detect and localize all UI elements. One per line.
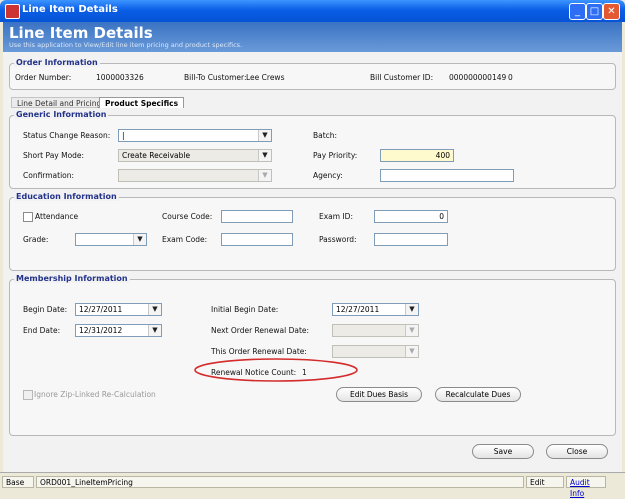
close-icon[interactable]: ✕ [603, 3, 620, 20]
pay-priority-label: Pay Priority: [313, 151, 358, 160]
begin-date-picker[interactable]: 12/27/2011 ▼ [75, 303, 162, 316]
course-code-label: Course Code: [162, 212, 213, 221]
dropdown-arrow-icon: ▼ [258, 170, 271, 181]
bill-id-suffix: 0 [508, 73, 513, 82]
window-title-bar[interactable]: Line Item Details _ □ ✕ [0, 0, 625, 22]
short-pay-mode-value: Create Receivable [122, 151, 191, 160]
audit-info-link[interactable]: Audit Info [566, 476, 606, 498]
app-icon [5, 4, 20, 19]
confirmation-select: ▼ [118, 169, 272, 182]
this-renewal-label: This Order Renewal Date: [211, 347, 307, 356]
page-subtitle: Use this application to View/Edit line i… [9, 41, 243, 49]
edit-dues-basis-button[interactable]: Edit Dues Basis [336, 387, 422, 402]
short-pay-mode-select[interactable]: Create Receivable ▼ [118, 149, 272, 162]
course-code-value [222, 211, 292, 213]
attendance-checkbox[interactable] [23, 212, 33, 222]
education-info-legend: Education Information [14, 192, 119, 201]
exam-id-field[interactable]: 0 [374, 210, 448, 223]
membership-info-legend: Membership Information [14, 274, 130, 283]
bill-to-value: Lee Crews [246, 73, 285, 82]
dropdown-arrow-icon[interactable]: ▼ [148, 304, 161, 315]
dropdown-arrow-icon[interactable]: ▼ [133, 234, 146, 245]
dropdown-arrow-icon[interactable]: ▼ [258, 150, 271, 161]
page-title: Line Item Details [9, 24, 153, 42]
pay-priority-field[interactable]: 400 [380, 149, 454, 162]
content-panel: Order Information Order Number: 10000033… [3, 52, 622, 472]
annotation-ellipse [194, 358, 358, 382]
save-button[interactable]: Save [472, 444, 534, 459]
order-number-label: Order Number: [15, 73, 72, 82]
exam-code-field[interactable] [221, 233, 293, 246]
exam-code-value [222, 234, 292, 236]
ignore-zip-checkbox [23, 390, 33, 400]
agency-label: Agency: [313, 171, 343, 180]
order-info-group: Order Information Order Number: 10000033… [9, 58, 616, 90]
initial-begin-picker[interactable]: 12/27/2011 ▼ [332, 303, 419, 316]
bill-to-label: Bill-To Customer: [184, 73, 247, 82]
grade-select[interactable]: ▼ [75, 233, 147, 246]
close-button[interactable]: Close [546, 444, 608, 459]
order-info-legend: Order Information [14, 58, 100, 67]
bill-id-value: 000000000149 [449, 73, 507, 82]
password-field[interactable] [374, 233, 448, 246]
bill-id-label: Bill Customer ID: [370, 73, 434, 82]
order-number-value: 1000003326 [96, 73, 144, 82]
end-date-picker[interactable]: 12/31/2012 ▼ [75, 324, 162, 337]
exam-id-label: Exam ID: [319, 212, 353, 221]
batch-label: Batch: [313, 131, 338, 140]
next-renewal-picker: ▼ [332, 324, 419, 337]
status-mode: Edit [526, 476, 564, 488]
recalculate-dues-button[interactable]: Recalculate Dues [435, 387, 521, 402]
tab-line-detail[interactable]: Line Detail and Pricing [11, 97, 108, 108]
password-value [375, 234, 447, 236]
password-label: Password: [319, 235, 357, 244]
end-date-label: End Date: [23, 326, 61, 335]
agency-field[interactable] [380, 169, 514, 182]
status-module: ORD001_LineItemPricing [36, 476, 524, 488]
dropdown-arrow-icon[interactable]: ▼ [258, 130, 271, 141]
generic-info-group: Generic Information Status Change Reason… [9, 110, 616, 189]
exam-code-label: Exam Code: [162, 235, 208, 244]
initial-begin-label: Initial Begin Date: [211, 305, 279, 314]
agency-value [381, 170, 513, 172]
grade-label: Grade: [23, 235, 49, 244]
status-change-reason-select[interactable]: | ▼ [118, 129, 272, 142]
attendance-label: Attendance [35, 212, 79, 221]
minimize-icon[interactable]: _ [569, 3, 586, 20]
dropdown-arrow-icon: ▼ [405, 346, 418, 357]
status-bar: Base ORD001_LineItemPricing Edit Audit I… [0, 472, 625, 498]
education-info-group: Education Information Attendance Grade: … [9, 192, 616, 271]
dropdown-arrow-icon[interactable]: ▼ [405, 304, 418, 315]
status-base: Base [2, 476, 34, 488]
ignore-zip-label: Ignore Zip-Linked Re-Calculation [34, 390, 156, 399]
generic-info-legend: Generic Information [14, 110, 109, 119]
short-pay-mode-label: Short Pay Mode: [23, 151, 85, 160]
maximize-icon[interactable]: □ [586, 3, 603, 20]
dropdown-arrow-icon: ▼ [405, 325, 418, 336]
dropdown-arrow-icon[interactable]: ▼ [148, 325, 161, 336]
page-header: Line Item Details Use this application t… [3, 22, 622, 52]
exam-id-value: 0 [439, 212, 444, 221]
status-change-reason-label: Status Change Reason: [23, 131, 111, 140]
pay-priority-value: 400 [435, 151, 450, 160]
begin-date-label: Begin Date: [23, 305, 68, 314]
next-renewal-label: Next Order Renewal Date: [211, 326, 310, 335]
confirmation-value [119, 170, 271, 172]
tab-product-specifics[interactable]: Product Specifics [99, 97, 185, 108]
status-change-reason-value: | [122, 131, 125, 140]
course-code-field[interactable] [221, 210, 293, 223]
window-title: Line Item Details [22, 4, 118, 15]
confirmation-label: Confirmation: [23, 171, 75, 180]
